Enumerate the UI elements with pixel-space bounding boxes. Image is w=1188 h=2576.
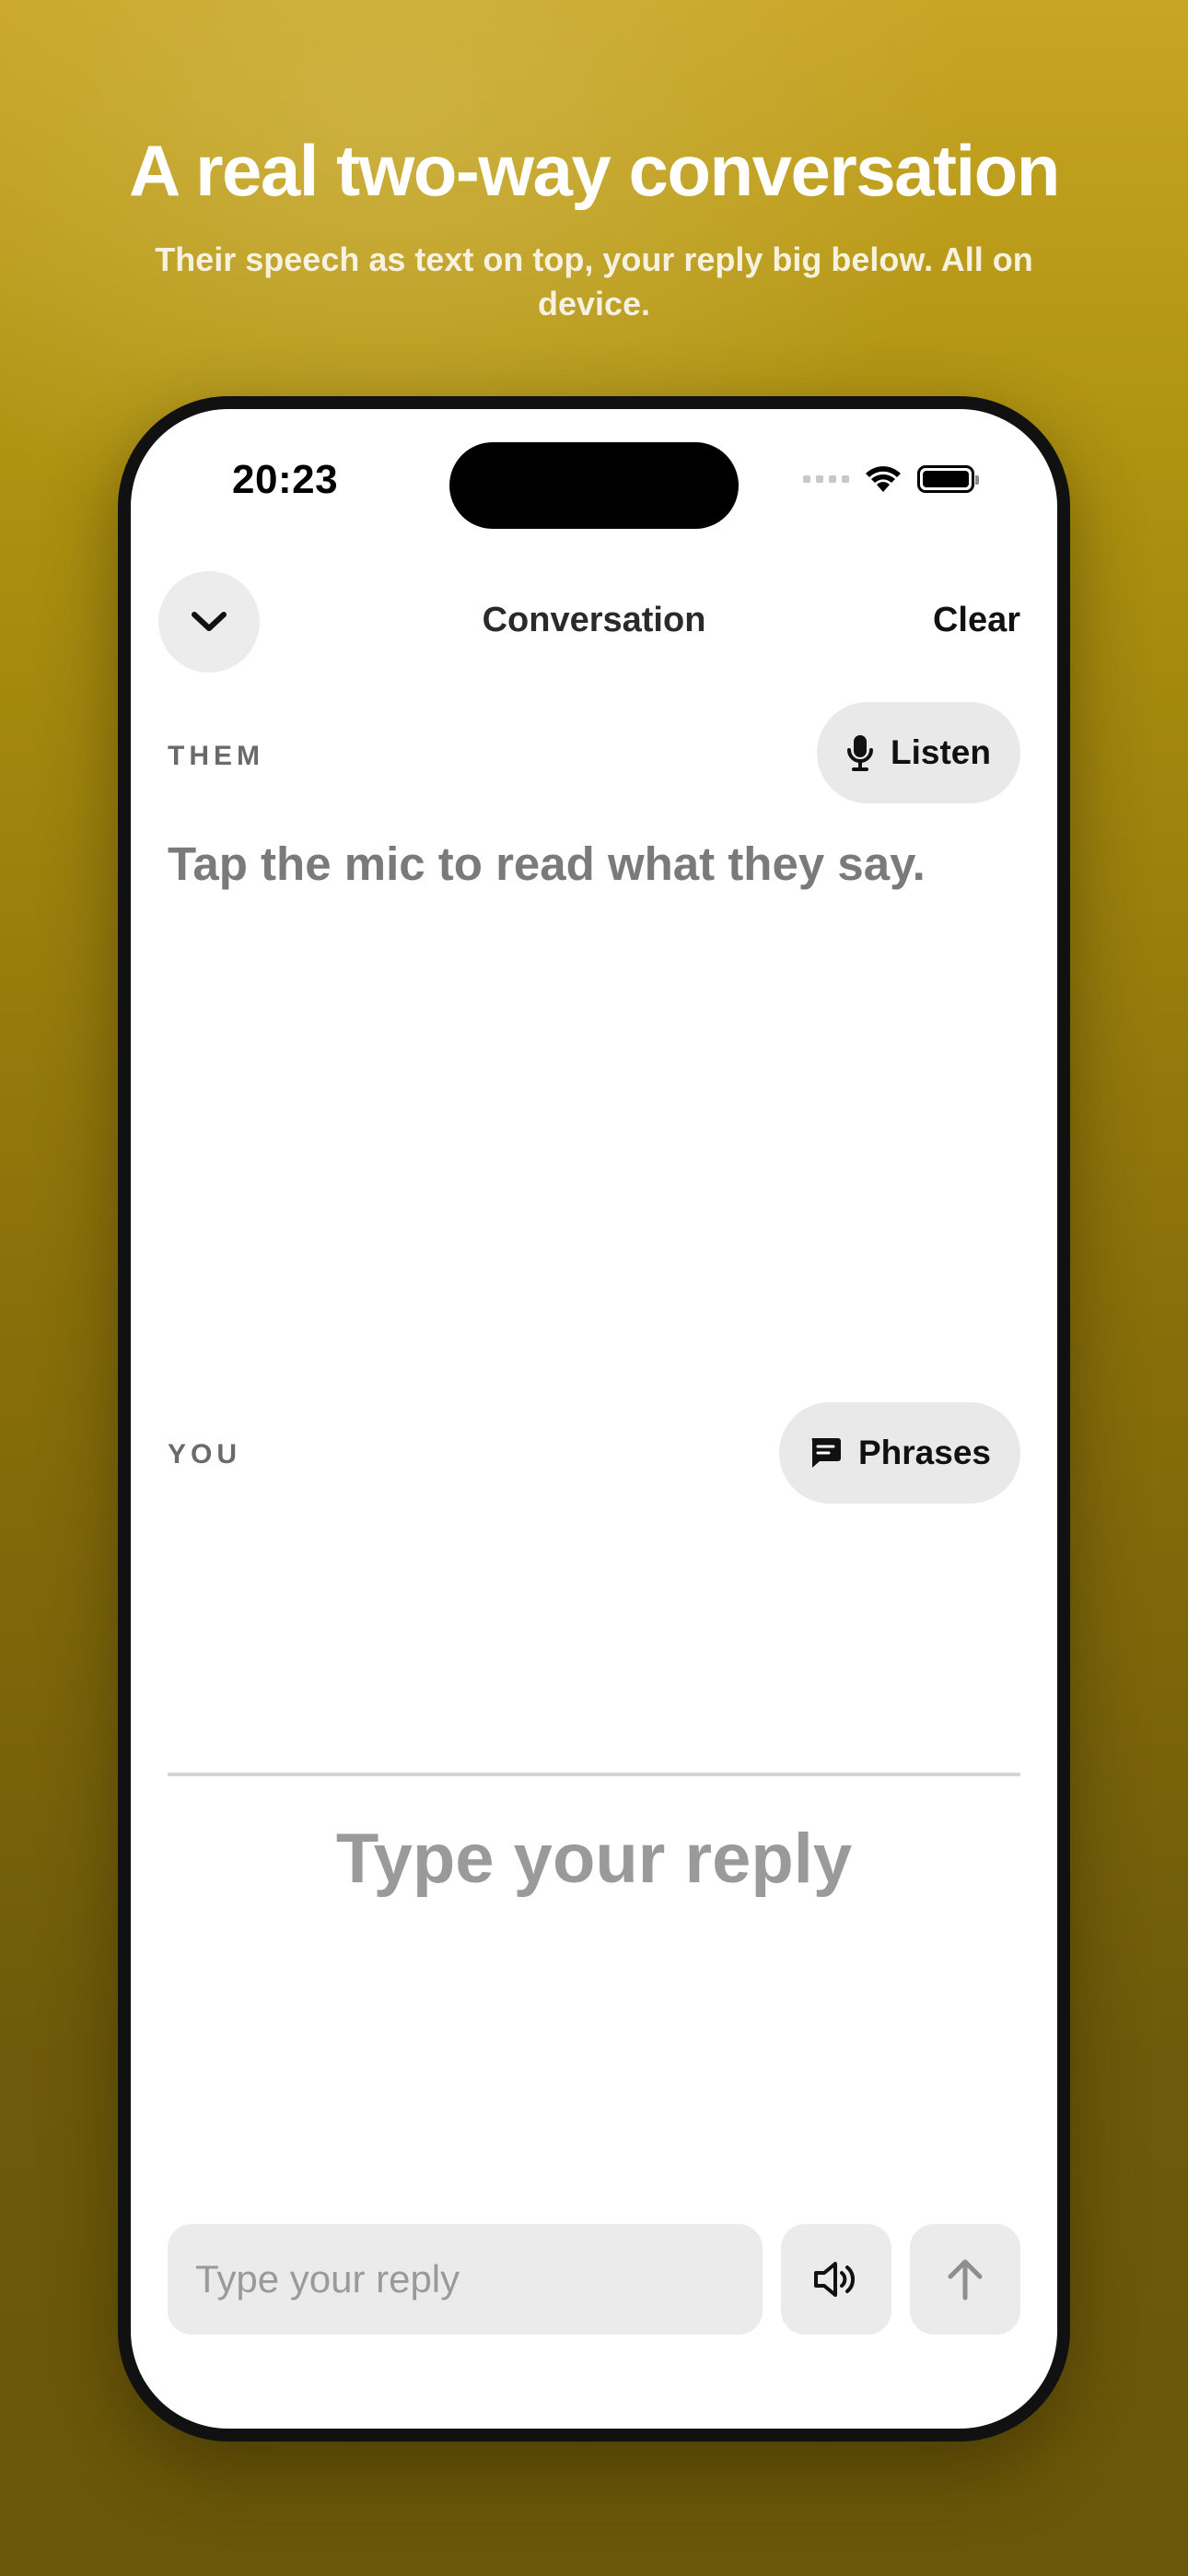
clear-button[interactable]: Clear — [933, 601, 1020, 640]
dynamic-island — [449, 442, 739, 529]
phrases-button[interactable]: Phrases — [779, 1402, 1020, 1504]
chat-bubble-icon — [811, 1438, 841, 1468]
status-icons — [803, 464, 979, 494]
speak-button[interactable] — [781, 2224, 891, 2335]
large-reply-display: Type your reply — [335, 1820, 853, 1898]
arrow-up-icon — [948, 2259, 983, 2301]
you-section-label: YOU — [168, 1439, 242, 1469]
phrases-label: Phrases — [858, 1434, 991, 1471]
send-button[interactable] — [910, 2224, 1020, 2335]
phone-frame: 20:23 Conversation Clear THEM Listen Tap… — [118, 396, 1070, 2441]
wifi-icon — [866, 466, 901, 492]
them-section-label: THEM — [168, 741, 264, 771]
them-transcript-prompt: Tap the mic to read what they say. — [168, 837, 926, 890]
speaker-icon — [814, 2262, 855, 2297]
nav-bar: Conversation Clear — [131, 571, 1057, 673]
reply-input[interactable] — [168, 2224, 763, 2335]
listen-button[interactable]: Listen — [817, 702, 1020, 803]
phone-screen: 20:23 Conversation Clear THEM Listen Tap… — [131, 409, 1057, 2429]
signal-dots-icon — [803, 475, 849, 483]
promo-subheadline: Their speech as text on top, your reply … — [155, 240, 1033, 322]
section-divider — [168, 1773, 1020, 1776]
mic-icon — [847, 735, 874, 771]
promo-headline: A real two-way conversation — [129, 130, 1060, 211]
battery-icon — [917, 465, 979, 493]
page-title: Conversation — [482, 601, 706, 639]
listen-label: Listen — [891, 733, 991, 771]
status-time: 20:23 — [232, 457, 339, 502]
